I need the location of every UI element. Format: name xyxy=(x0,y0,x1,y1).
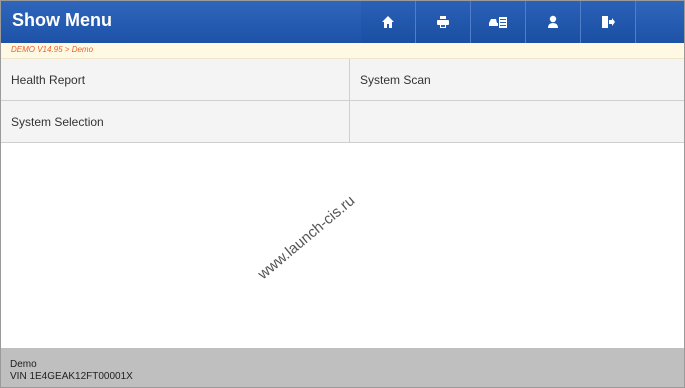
status-footer: Demo VIN 1E4GEAK12FT00001X xyxy=(1,348,684,387)
menu-item-label: Health Report xyxy=(11,72,86,87)
breadcrumb: DEMO V14.95 > Demo xyxy=(1,43,684,59)
print-button[interactable] xyxy=(416,1,470,43)
menu-item-empty xyxy=(350,101,684,143)
vehicle-name: Demo xyxy=(10,359,37,370)
exit-button[interactable] xyxy=(581,1,635,43)
breadcrumb-text: DEMO V14.95 > Demo xyxy=(11,45,94,54)
vin-number: VIN 1E4GEAK12FT00001X xyxy=(10,371,133,382)
top-bar: Show Menu xyxy=(1,1,684,43)
home-button[interactable] xyxy=(361,1,415,43)
print-icon xyxy=(437,16,449,28)
menu-item-label: System Selection xyxy=(11,114,104,129)
menu-item-system-selection[interactable]: System Selection xyxy=(1,101,349,143)
vehicle-info-button[interactable] xyxy=(471,1,525,43)
menu-item-health-report[interactable]: Health Report xyxy=(1,59,349,101)
user-button[interactable] xyxy=(526,1,580,43)
app-window: Show Menu DEMO V14.95 > Demo Health Repo… xyxy=(0,0,685,388)
page-title: Show Menu xyxy=(12,10,112,30)
menu-item-system-scan[interactable]: System Scan xyxy=(350,59,684,101)
menu-item-label: System Scan xyxy=(360,72,431,87)
vehicle-info-icon xyxy=(489,17,507,28)
home-icon xyxy=(382,16,394,28)
menu-divider xyxy=(349,59,350,143)
exit-icon xyxy=(602,16,615,28)
watermark: www.launch-cis.ru xyxy=(254,192,359,283)
user-icon xyxy=(548,15,558,28)
